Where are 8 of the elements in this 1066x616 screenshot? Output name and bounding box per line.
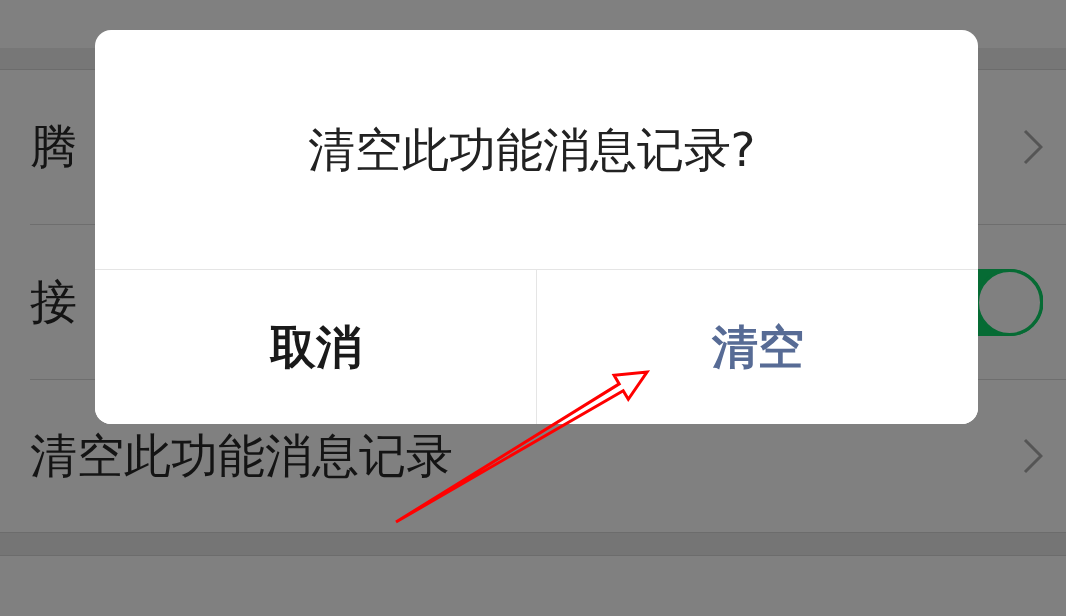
chevron-right-icon (1023, 129, 1043, 165)
chevron-right-icon (1023, 438, 1043, 474)
setting-label[interactable]: 清空此功能消息记录 (30, 430, 453, 482)
setting-label[interactable]: 腾 (30, 121, 77, 173)
dialog-title: 清空此功能消息记录? (307, 123, 756, 176)
confirm-button[interactable]: 清空 (536, 270, 978, 424)
toggle-switch[interactable] (978, 268, 1043, 336)
setting-label[interactable]: 接 (30, 276, 77, 328)
